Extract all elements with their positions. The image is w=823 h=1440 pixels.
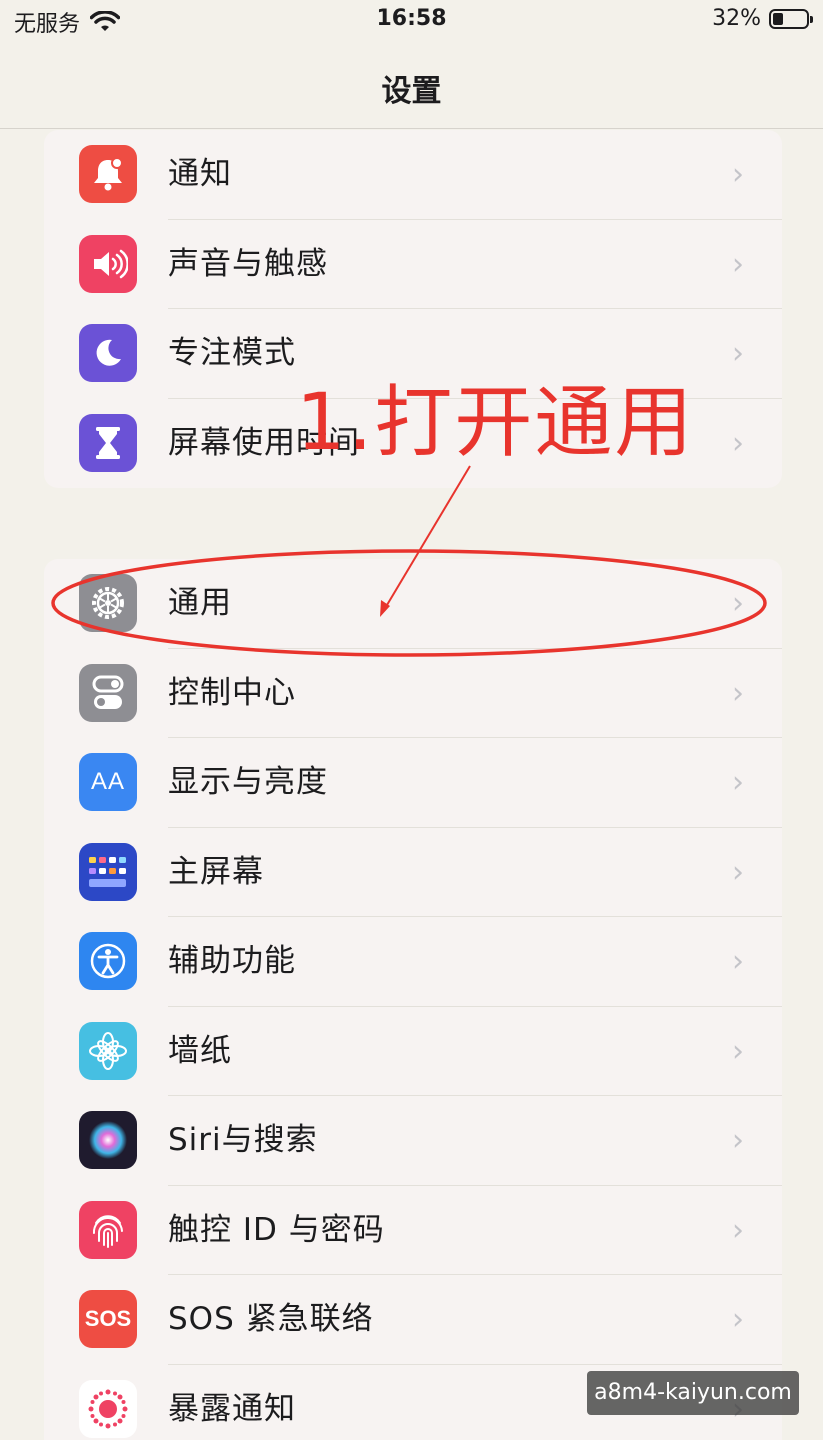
annotation-overlay <box>51 465 767 657</box>
watermark-badge: a8m4-kaiyun.com <box>587 1371 799 1415</box>
annotation-arrow-line <box>383 465 471 611</box>
